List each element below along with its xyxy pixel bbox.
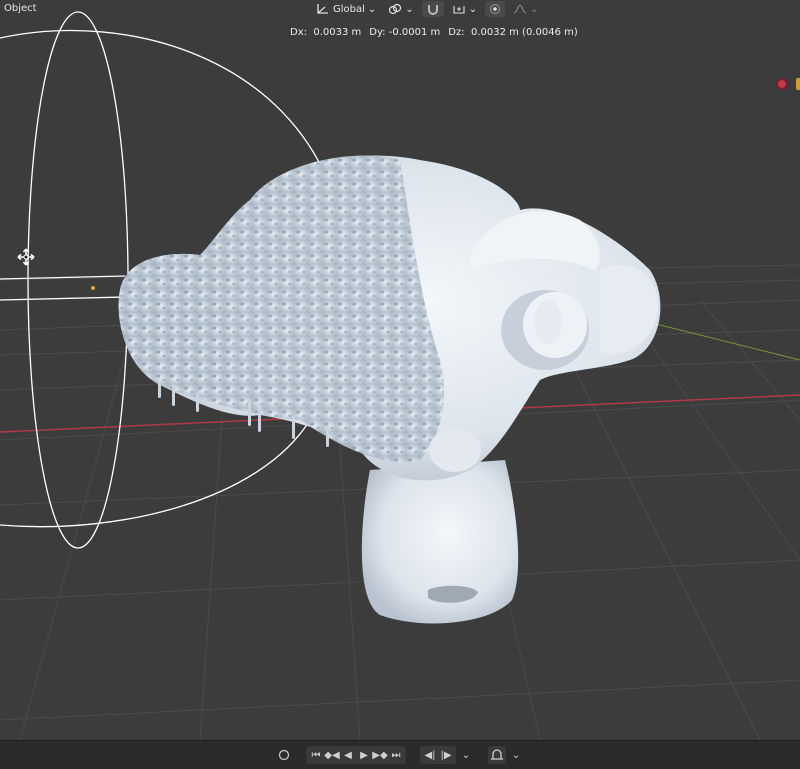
chevron-down-icon: ⌄ xyxy=(530,3,539,15)
pivot-point-icon xyxy=(389,3,402,15)
snap-toggle[interactable] xyxy=(421,1,444,17)
jump-end-button[interactable]: ⏭ xyxy=(388,747,404,763)
proportional-edit-toggle[interactable] xyxy=(485,1,506,17)
prev-frame-button[interactable]: ◀| xyxy=(422,747,438,763)
dz-label: Dz: xyxy=(448,27,465,38)
next-frame-icon: |▶ xyxy=(440,749,452,761)
play-reverse-button[interactable]: ◀ xyxy=(340,747,356,763)
pivot-point-dropdown[interactable]: ⌄ xyxy=(384,1,417,17)
keying-button[interactable] xyxy=(488,746,506,764)
navigation-gizmo-y-axis[interactable] xyxy=(796,78,800,90)
dx-label: Dx: xyxy=(290,27,307,38)
transform-delta-readout: Dx: 0.0033 m Dy: -0.0001 m Dz: 0.0032 m … xyxy=(290,27,578,38)
prev-keyframe-button[interactable]: ◆◀ xyxy=(324,747,340,763)
dy-label: Dy: xyxy=(369,27,386,38)
move-cursor-icon xyxy=(17,248,35,266)
transform-orientation-icon xyxy=(317,4,328,14)
transform-orientation-label: Global xyxy=(333,3,365,15)
proportional-edit-icon xyxy=(490,4,501,14)
jump-start-icon: ⏮ xyxy=(311,749,321,761)
play-reverse-icon: ◀ xyxy=(344,749,352,761)
playback-buttons: ⏮ ◆◀ ◀ ▶ ▶◆ ⏭ xyxy=(306,746,406,764)
next-frame-button[interactable]: |▶ xyxy=(438,747,454,763)
origin-dot xyxy=(91,286,95,290)
record-icon xyxy=(278,749,290,761)
jump-end-icon: ⏭ xyxy=(391,749,401,761)
next-keyframe-icon: ▶◆ xyxy=(372,749,388,761)
chevron-down-icon: ⌄ xyxy=(461,749,471,761)
timeline-controls: ⏮ ◆◀ ◀ ▶ ▶◆ ⏭ ◀| |▶ ⌄ ⌄ xyxy=(0,740,800,769)
transform-orientation-dropdown[interactable]: Global ⌄ xyxy=(312,1,380,17)
header-tools: Global ⌄ ⌄ ⌄ ⌄ xyxy=(312,0,542,18)
next-keyframe-button[interactable]: ▶◆ xyxy=(372,747,388,763)
snap-magnet-icon xyxy=(427,5,438,15)
snap-target-dropdown[interactable]: ⌄ xyxy=(448,1,481,17)
chevron-down-icon: ⌄ xyxy=(367,3,377,15)
falloff-dropdown[interactable]: ⌄ xyxy=(509,1,542,17)
falloff-icon xyxy=(513,4,527,14)
frame-step-buttons: ◀| |▶ xyxy=(420,746,456,764)
play-button[interactable]: ▶ xyxy=(356,747,372,763)
keying-icon xyxy=(491,749,503,760)
chevron-down-icon: ⌄ xyxy=(468,3,478,15)
prev-frame-icon: ◀| xyxy=(424,749,436,761)
3d-viewport[interactable]: Object Global ⌄ ⌄ ⌄ ⌄ Dx: 0.0033 m Dy: -… xyxy=(0,0,800,740)
chevron-down-icon: ⌄ xyxy=(511,749,521,761)
keying-dropdown[interactable]: ⌄ xyxy=(508,747,524,763)
suzanne-mesh xyxy=(118,155,661,624)
record-button[interactable] xyxy=(276,747,292,763)
prev-keyframe-icon: ◆◀ xyxy=(324,749,340,761)
viewport-scene xyxy=(0,11,800,740)
snap-target-icon xyxy=(453,6,465,14)
navigation-gizmo-x-axis[interactable] xyxy=(776,78,788,90)
jump-start-button[interactable]: ⏮ xyxy=(308,747,324,763)
dx-value: 0.0033 m xyxy=(313,27,362,38)
dy-value: -0.0001 m xyxy=(388,27,441,38)
chevron-down-icon: ⌄ xyxy=(405,3,414,15)
play-icon: ▶ xyxy=(360,749,368,761)
interaction-mode-label[interactable]: Object xyxy=(4,3,37,14)
dz-value: 0.0032 m (0.0046 m) xyxy=(470,27,578,38)
playback-dropdown[interactable]: ⌄ xyxy=(458,747,474,763)
